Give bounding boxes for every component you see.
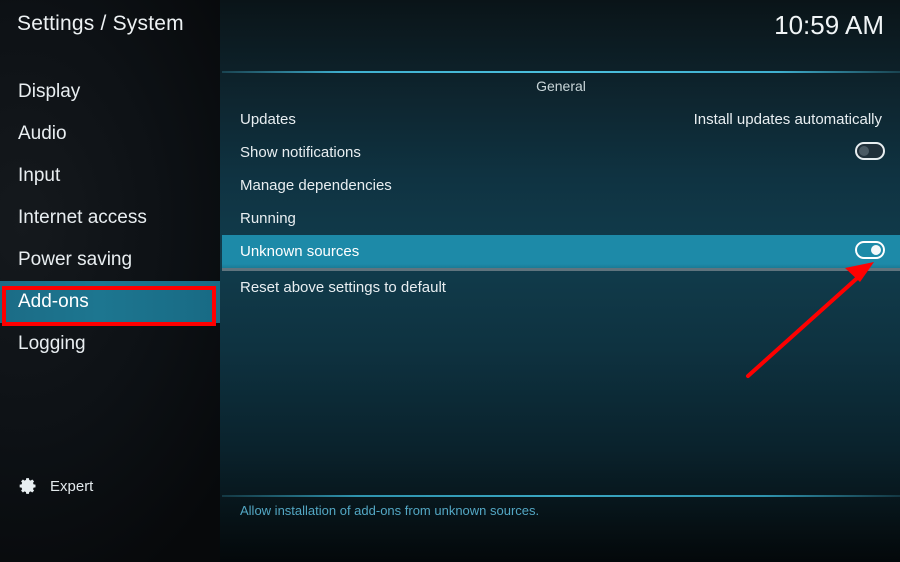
setting-label: Updates — [240, 111, 296, 128]
clock: 10:59 AM — [774, 10, 884, 40]
setting-label: Show notifications — [240, 144, 361, 161]
kodi-settings-screen: Settings / System Display Audio Input In… — [0, 0, 900, 562]
sidebar-item-audio[interactable]: Audio — [0, 113, 220, 155]
settings-list: Updates Install updates automatically Sh… — [222, 103, 900, 304]
setting-row-updates[interactable]: Updates Install updates automatically — [222, 103, 900, 136]
settings-level-button[interactable]: Expert — [18, 476, 93, 496]
sidebar-item-power-saving[interactable]: Power saving — [0, 239, 220, 281]
sidebar-item-input[interactable]: Input — [0, 155, 220, 197]
toggle-knob — [871, 245, 881, 255]
setting-label: Running — [240, 210, 296, 227]
sidebar-item-add-ons[interactable]: Add-ons — [0, 281, 220, 323]
help-text: Allow installation of add-ons from unkno… — [240, 503, 540, 518]
sidebar-item-label: Input — [18, 165, 61, 186]
setting-label: Unknown sources — [240, 243, 360, 260]
show-notifications-toggle[interactable] — [855, 142, 885, 160]
setting-row-reset-to-default[interactable]: Reset above settings to default — [222, 271, 900, 304]
sidebar-item-internet-access[interactable]: Internet access — [0, 197, 220, 239]
sidebar-item-label: Logging — [18, 333, 86, 354]
setting-row-unknown-sources[interactable]: Unknown sources — [222, 235, 900, 271]
toggle-knob — [859, 146, 869, 156]
section-title: General — [536, 78, 586, 94]
sidebar-item-display[interactable]: Display — [0, 71, 220, 113]
setting-value: Install updates automatically — [693, 111, 882, 128]
setting-row-manage-dependencies[interactable]: Manage dependencies — [222, 169, 900, 202]
sidebar: Settings / System Display Audio Input In… — [0, 0, 220, 562]
setting-row-running[interactable]: Running — [222, 202, 900, 235]
setting-label: Reset above settings to default — [240, 279, 446, 296]
page-title: Settings / System — [17, 12, 184, 35]
unknown-sources-toggle[interactable] — [855, 241, 885, 259]
sidebar-item-logging[interactable]: Logging — [0, 323, 220, 365]
sidebar-item-label: Audio — [18, 123, 67, 144]
settings-level-label: Expert — [50, 477, 94, 495]
setting-row-show-notifications[interactable]: Show notifications — [222, 136, 900, 169]
help-divider — [222, 495, 900, 497]
sidebar-item-label: Power saving — [18, 249, 133, 270]
gear-icon — [18, 476, 38, 496]
content-panel: 10:59 AM General Updates Install updates… — [220, 0, 900, 562]
sidebar-item-label: Display — [18, 81, 81, 102]
sidebar-nav-list: Display Audio Input Internet access Powe… — [0, 71, 220, 365]
sidebar-item-label: Add-ons — [18, 291, 89, 312]
setting-label: Manage dependencies — [240, 177, 392, 194]
section-divider — [222, 71, 900, 73]
sidebar-item-label: Internet access — [18, 207, 147, 228]
